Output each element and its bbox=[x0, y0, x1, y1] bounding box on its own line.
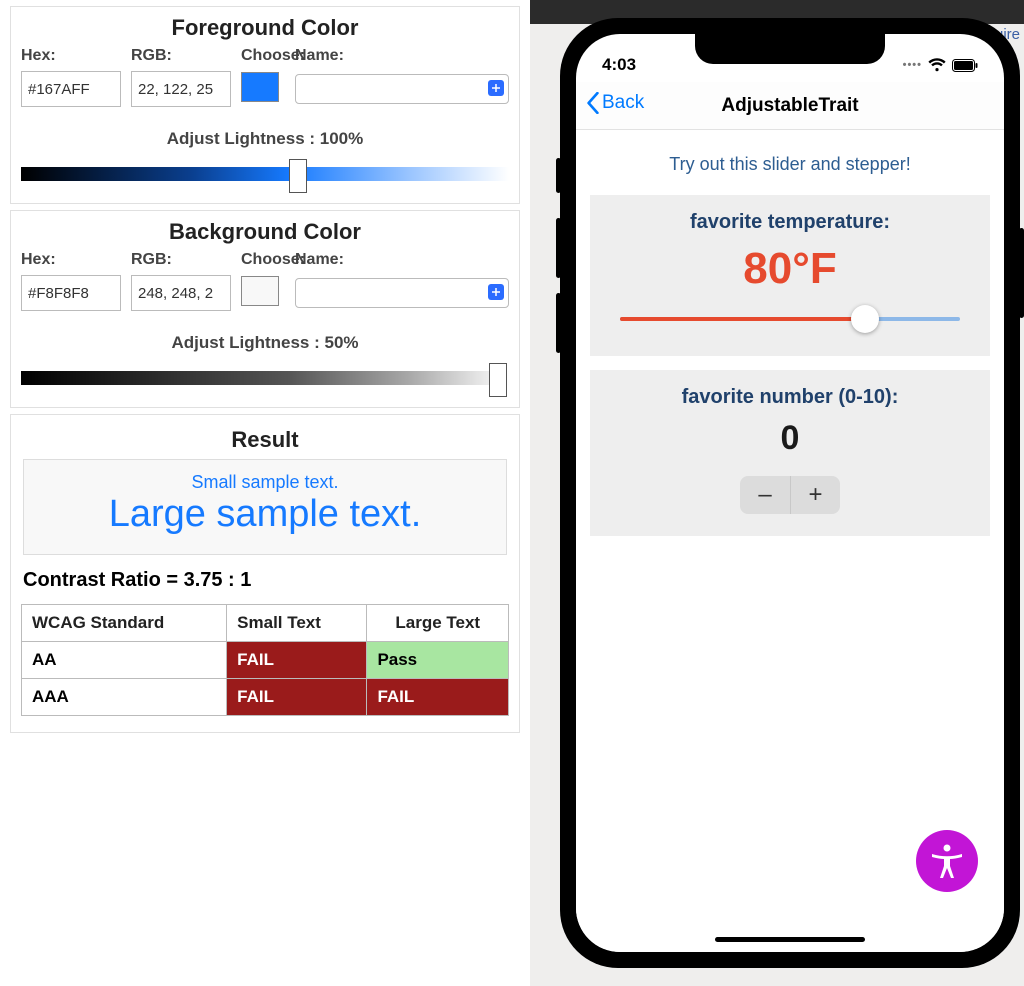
number-title: favorite number (0-10): bbox=[610, 386, 970, 409]
result-section: Result Small sample text. Large sample t… bbox=[10, 414, 520, 733]
table-row: AAA FAIL FAIL bbox=[22, 679, 509, 716]
number-card: favorite number (0-10): 0 – + bbox=[590, 370, 990, 536]
bg-hex-input[interactable] bbox=[21, 275, 121, 311]
fg-color-swatch[interactable] bbox=[241, 72, 279, 102]
wcag-table: WCAG Standard Small Text Large Text AA F… bbox=[21, 604, 509, 716]
back-label: Back bbox=[602, 92, 644, 114]
bg-name-select[interactable] bbox=[295, 278, 509, 308]
wifi-icon bbox=[928, 58, 946, 72]
table-row: AA FAIL Pass bbox=[22, 642, 509, 679]
sample-box: Small sample text. Large sample text. bbox=[23, 459, 507, 555]
label-name: Name: bbox=[295, 251, 509, 269]
slider-thumb[interactable] bbox=[289, 159, 307, 193]
bg-color-swatch[interactable] bbox=[241, 276, 279, 306]
contrast-ratio-label: Contrast Ratio = 3.75 : 1 bbox=[23, 569, 509, 592]
chevron-left-icon bbox=[586, 92, 600, 114]
intro-text: Try out this slider and stepper! bbox=[590, 154, 990, 175]
large-sample-text: Large sample text. bbox=[30, 493, 500, 536]
th-large: Large Text bbox=[367, 605, 509, 642]
fg-lightness-slider[interactable] bbox=[21, 159, 509, 187]
fg-rgb-input[interactable] bbox=[131, 71, 231, 107]
temperature-slider[interactable] bbox=[620, 304, 960, 334]
foreground-section: Foreground Color Hex: RGB: Choose: Name:… bbox=[10, 6, 520, 204]
bg-lightness-slider[interactable] bbox=[21, 363, 509, 391]
bg-lightness-label: Adjust Lightness : 50% bbox=[21, 333, 509, 353]
cell-large: Pass bbox=[367, 642, 509, 679]
back-button[interactable]: Back bbox=[586, 92, 644, 114]
fg-lightness-label: Adjust Lightness : 100% bbox=[21, 129, 509, 149]
status-time: 4:03 bbox=[602, 55, 636, 75]
temperature-title: favorite temperature: bbox=[610, 211, 970, 234]
label-rgb: RGB: bbox=[131, 47, 231, 65]
screen-content: Try out this slider and stepper! favorit… bbox=[576, 130, 1004, 952]
th-standard: WCAG Standard bbox=[22, 605, 227, 642]
fg-hex-input[interactable] bbox=[21, 71, 121, 107]
label-choose: Choose: bbox=[241, 251, 285, 269]
cell-small: FAIL bbox=[227, 642, 367, 679]
label-hex: Hex: bbox=[21, 47, 121, 65]
cell-small: FAIL bbox=[227, 679, 367, 716]
accessibility-fab[interactable] bbox=[916, 830, 978, 892]
iphone-frame: 4:03 •••• Back AdjustableTrait bbox=[560, 18, 1020, 968]
background-section: Background Color Hex: RGB: Choose: Name:… bbox=[10, 210, 520, 408]
label-hex: Hex: bbox=[21, 251, 121, 269]
label-name: Name: bbox=[295, 47, 509, 65]
iphone-screen: 4:03 •••• Back AdjustableTrait bbox=[576, 34, 1004, 952]
stepper-decrement[interactable]: – bbox=[740, 476, 790, 514]
th-small: Small Text bbox=[227, 605, 367, 642]
dropdown-icon bbox=[488, 80, 504, 96]
foreground-title: Foreground Color bbox=[21, 15, 509, 41]
fg-name-select[interactable] bbox=[295, 74, 509, 104]
contrast-checker-panel: Foreground Color Hex: RGB: Choose: Name:… bbox=[0, 0, 530, 986]
nav-title: AdjustableTrait bbox=[721, 95, 858, 117]
label-rgb: RGB: bbox=[131, 251, 231, 269]
slider-gradient bbox=[21, 167, 509, 181]
bg-rgb-input[interactable] bbox=[131, 275, 231, 311]
temperature-card: favorite temperature: 80°F bbox=[590, 195, 990, 356]
nav-bar: Back AdjustableTrait bbox=[576, 82, 1004, 130]
side-button bbox=[556, 293, 561, 353]
slider-gradient bbox=[21, 371, 509, 385]
number-stepper: – + bbox=[610, 476, 970, 514]
cell-standard: AA bbox=[22, 642, 227, 679]
slider-fill bbox=[620, 317, 865, 321]
cell-standard: AAA bbox=[22, 679, 227, 716]
accessibility-icon bbox=[927, 841, 967, 881]
result-title: Result bbox=[21, 427, 509, 453]
slider-knob[interactable] bbox=[851, 305, 879, 333]
temperature-value: 80°F bbox=[610, 244, 970, 294]
side-button bbox=[1019, 228, 1024, 318]
side-button bbox=[556, 218, 561, 278]
small-sample-text: Small sample text. bbox=[30, 472, 500, 493]
home-indicator[interactable] bbox=[715, 937, 865, 942]
slider-thumb[interactable] bbox=[489, 363, 507, 397]
number-value: 0 bbox=[610, 419, 970, 458]
cell-large: FAIL bbox=[367, 679, 509, 716]
right-area: Color Contrast Require 4:03 •••• bbox=[530, 0, 1024, 986]
label-choose: Choose: bbox=[241, 47, 285, 65]
background-title: Background Color bbox=[21, 219, 509, 245]
notch bbox=[695, 34, 885, 64]
battery-icon bbox=[952, 59, 978, 72]
dropdown-icon bbox=[488, 284, 504, 300]
cellular-icon: •••• bbox=[903, 59, 922, 71]
side-button bbox=[556, 158, 561, 193]
stepper-increment[interactable]: + bbox=[790, 476, 840, 514]
